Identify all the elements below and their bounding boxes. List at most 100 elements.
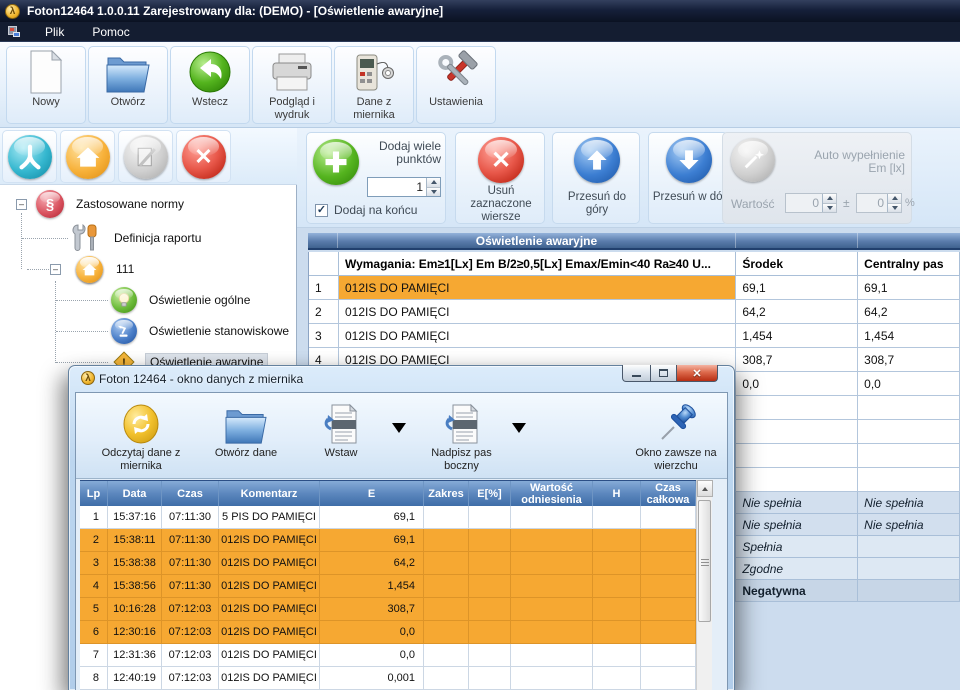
table-row[interactable]: 415:38:5607:11:30012IS DO PAMIĘCI1,454: [80, 575, 696, 598]
table-cell: 5 PIS DO PAMIĘCI: [219, 506, 320, 529]
dialog-column-header: H: [593, 481, 641, 506]
menubar: Plik Pomoc: [0, 22, 960, 42]
meter-data-button[interactable]: Dane z miernika: [334, 46, 414, 124]
insert-button[interactable]: Wstaw: [296, 397, 386, 460]
table-cell: 012IS DO PAMIĘCI: [219, 644, 320, 667]
maximize-button[interactable]: [650, 365, 677, 382]
spin-down-button[interactable]: [427, 188, 440, 197]
table-row[interactable]: 3012IS DO PAMIĘCI1,4541,454: [308, 324, 960, 348]
table-cell: 64,2: [320, 552, 424, 575]
menu-help[interactable]: Pomoc: [78, 22, 143, 42]
print-preview-button[interactable]: Podgląd i wydruk: [252, 46, 332, 124]
add-points-group: Dodaj wiele punktów 1 ✓ Dodaj na końcu: [306, 132, 446, 224]
spin-up-button[interactable]: [427, 178, 440, 188]
table-cell: 15:38:56: [108, 575, 162, 598]
home-button[interactable]: [60, 130, 115, 183]
table-row[interactable]: 315:38:3807:11:30012IS DO PAMIĘCI64,2: [80, 552, 696, 575]
tree-expander[interactable]: –: [50, 264, 61, 275]
center-column-header: Środek: [736, 252, 858, 276]
dialog-column-header: E[%]: [469, 481, 511, 506]
table-cell: 0,001: [320, 667, 424, 690]
table-cell: 69,1: [320, 506, 424, 529]
table-cell: [858, 420, 960, 444]
move-down-button[interactable]: Przesuń w dół: [648, 132, 728, 224]
insert-dropdown-arrow[interactable]: [392, 423, 406, 433]
points-count-value[interactable]: 1: [368, 178, 426, 196]
overwrite-dropdown-arrow[interactable]: [512, 423, 526, 433]
table-row[interactable]: 1012IS DO PAMIĘCI69,169,1: [308, 276, 960, 300]
append-at-end-option[interactable]: ✓ Dodaj na końcu: [315, 203, 417, 217]
table-row[interactable]: 612:30:1607:12:03012IS DO PAMIĘCI0,0: [80, 621, 696, 644]
autofill-group: Auto wypełnienie Em [lx] Wartość 0 ± 0 %: [722, 132, 912, 224]
table-cell: [593, 644, 641, 667]
table-row[interactable]: 712:31:3607:12:03012IS DO PAMIĘCI0,0: [80, 644, 696, 667]
lp-column-header: [309, 252, 339, 276]
read-meter-button[interactable]: Odczytaj dane z miernika: [89, 397, 193, 473]
table-row[interactable]: 510:16:2807:12:03012IS DO PAMIĘCI308,7: [80, 598, 696, 621]
open-button[interactable]: Otwórz: [88, 46, 168, 124]
close-button[interactable]: ✕: [676, 365, 718, 382]
append-checkbox[interactable]: ✓: [315, 204, 328, 217]
open-folder-icon: [89, 47, 167, 94]
move-up-button[interactable]: Przesuń do góry: [552, 132, 640, 224]
table-cell: [424, 598, 469, 621]
table-cell: [858, 444, 960, 468]
move-down-label: Przesuń w dół: [651, 191, 727, 204]
table-cell: 012IS DO PAMIĘCI: [219, 598, 320, 621]
scroll-thumb[interactable]: [698, 500, 711, 622]
dialog-column-header: Data: [108, 481, 162, 506]
summary-cell: [858, 580, 960, 602]
table-cell: [641, 621, 696, 644]
always-on-top-button[interactable]: Okno zawsze na wierzchu: [627, 397, 725, 473]
scroll-up-button[interactable]: [697, 480, 713, 497]
back-arrow-icon: [171, 47, 249, 94]
new-button[interactable]: Nowy: [6, 46, 86, 124]
add-plus-icon[interactable]: [313, 139, 359, 185]
arrow-up-icon: [574, 137, 620, 183]
overwrite-side-button[interactable]: Nadpisz pas boczny: [414, 397, 509, 473]
table-cell: 6: [80, 621, 108, 644]
settings-button[interactable]: Ustawienia: [416, 46, 496, 124]
table-row[interactable]: 115:37:1607:11:305 PIS DO PAMIĘCI69,1: [80, 506, 696, 529]
summary-cell: Nie spełnia: [858, 514, 960, 536]
table-cell: 308,7: [320, 598, 424, 621]
back-button[interactable]: Wstecz: [170, 46, 250, 124]
tree-expander[interactable]: –: [16, 199, 27, 210]
table-cell: [641, 506, 696, 529]
open-data-button[interactable]: Otwórz dane: [201, 397, 291, 460]
dialog-column-header: Zakres: [424, 481, 469, 506]
tree-view-button[interactable]: [2, 130, 57, 183]
table-cell: [424, 529, 469, 552]
table-row[interactable]: 2012IS DO PAMIĘCI64,264,2: [308, 300, 960, 324]
table-cell: 07:11:30: [162, 552, 219, 575]
delete-rows-button[interactable]: ✕ Usuń zaznaczone wiersze: [455, 132, 545, 224]
vertical-scrollbar[interactable]: [696, 480, 712, 690]
close-section-button[interactable]: ✕: [176, 130, 231, 183]
tree-item-stanowiskowe[interactable]: Oświetlenie stanowiskowe: [111, 317, 293, 345]
table-cell: 07:12:03: [162, 621, 219, 644]
tree-item-ogolne[interactable]: Oświetlenie ogólne: [111, 286, 254, 314]
points-count-spinner[interactable]: 1: [367, 177, 441, 197]
table-cell: 15:37:16: [108, 506, 162, 529]
table-cell: 1: [80, 506, 108, 529]
table-row[interactable]: 215:38:1107:11:30012IS DO PAMIĘCI69,1: [80, 529, 696, 552]
table-cell: [469, 621, 511, 644]
value-label: Wartość: [731, 197, 775, 211]
minimize-button[interactable]: [622, 365, 651, 382]
summary-cell: Nie spełnia: [858, 492, 960, 514]
table-cell: 15:38:11: [108, 529, 162, 552]
tree-item-normy[interactable]: § Zastosowane normy: [36, 190, 188, 218]
tree-item-111[interactable]: 111: [76, 255, 138, 283]
new-document-icon: [7, 47, 85, 94]
table-row[interactable]: 812:40:1907:12:03012IS DO PAMIĘCI0,001: [80, 667, 696, 690]
table-cell: 1,454: [858, 324, 960, 348]
summary-cell: [858, 558, 960, 580]
menu-file[interactable]: Plik: [31, 22, 78, 42]
table-cell: 69,1: [858, 276, 960, 300]
table-cell: 012IS DO PAMIĘCI: [339, 300, 736, 324]
autofill-tolerance: 0: [857, 194, 887, 212]
tree-item-definicja[interactable]: Definicja raportu: [70, 224, 205, 252]
table-cell: [736, 420, 858, 444]
open-data-label: Otwórz dane: [201, 447, 291, 460]
table-cell: [511, 506, 593, 529]
